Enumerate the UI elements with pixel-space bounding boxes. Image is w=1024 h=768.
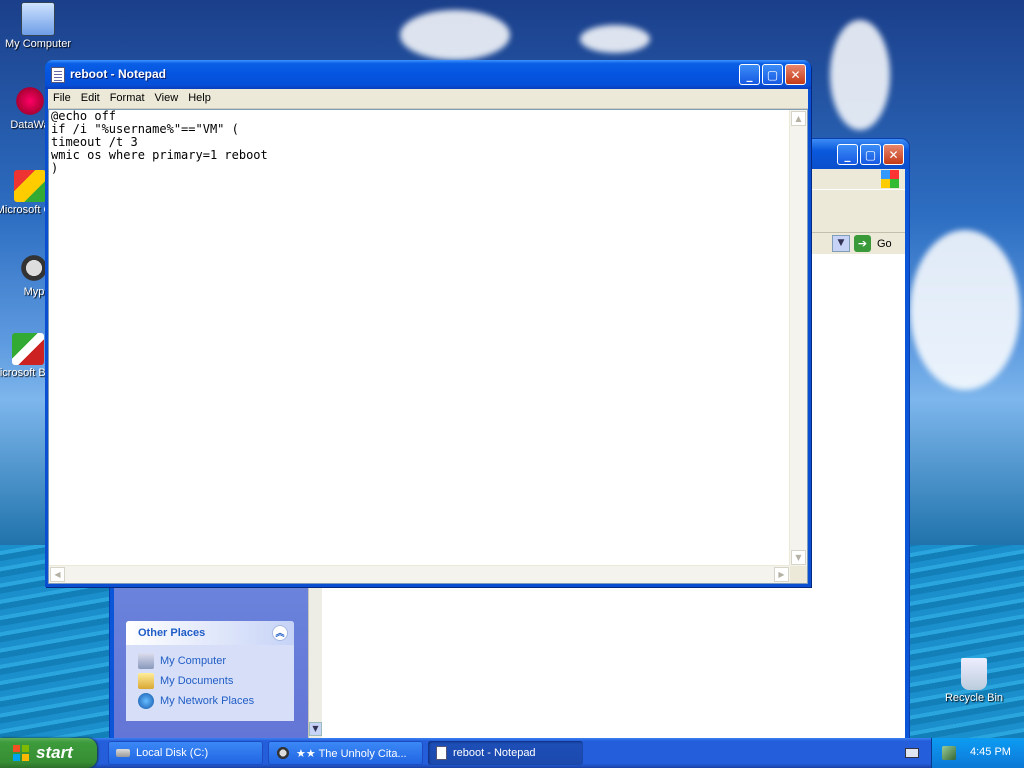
- taskbar-button-label: reboot - Notepad: [453, 747, 536, 759]
- collapse-chevron-icon[interactable]: ︽: [272, 625, 288, 641]
- datawarehouse-icon: [14, 85, 46, 117]
- taskbar-button-label: Local Disk (C:): [136, 747, 209, 759]
- system-tray: 4:45 PM: [931, 738, 1024, 768]
- cloud: [400, 10, 510, 60]
- taskbar-button-notepad[interactable]: reboot - Notepad: [428, 741, 583, 765]
- window-title: reboot - Notepad: [70, 67, 166, 81]
- windows-flag-icon: [13, 745, 29, 761]
- vertical-scrollbar[interactable]: ▲ ▼: [789, 110, 807, 566]
- editor-text[interactable]: @echo off if /i "%username%"=="VM" ( tim…: [51, 110, 789, 565]
- clock[interactable]: 4:45 PM: [970, 746, 1011, 758]
- editor-area[interactable]: @echo off if /i "%username%"=="VM" ( tim…: [48, 109, 808, 584]
- taskbar: start Local Disk (C:) ★★ The Unholy Cita…: [0, 738, 1024, 768]
- recycle-bin-icon: [961, 658, 987, 690]
- start-button[interactable]: start: [0, 738, 97, 768]
- folder-icon: [138, 673, 154, 689]
- other-places-header[interactable]: Other Places ︽: [126, 621, 294, 645]
- taskbar-button-local-disk[interactable]: Local Disk (C:): [108, 741, 263, 765]
- menu-format[interactable]: Format: [105, 89, 150, 108]
- menu-file[interactable]: File: [48, 89, 76, 108]
- visual-basic-icon: [12, 333, 44, 365]
- visual-cpp-icon: [14, 170, 46, 202]
- network-globe-icon: [138, 693, 154, 709]
- menu-help[interactable]: Help: [183, 89, 216, 108]
- close-button[interactable]: ✕: [785, 64, 806, 85]
- maximize-button[interactable]: ▢: [762, 64, 783, 85]
- close-button[interactable]: ✕: [883, 144, 904, 165]
- network-tray-icon[interactable]: [942, 746, 956, 760]
- taskbar-button-label: ★★ The Unholy Cita...: [296, 747, 407, 760]
- place-link-label: My Documents: [160, 675, 234, 687]
- horizontal-scrollbar[interactable]: ◀ ▶: [49, 565, 790, 583]
- other-places-title: Other Places: [138, 627, 206, 639]
- scroll-down-arrow[interactable]: ▼: [309, 722, 322, 736]
- desktop-icon-label: My Computer: [4, 38, 72, 50]
- windows-logo-icon: [881, 170, 899, 188]
- address-dropdown-button[interactable]: ▼: [832, 235, 850, 252]
- minimize-button[interactable]: _: [739, 64, 760, 85]
- cloud: [830, 20, 890, 130]
- notepad-window[interactable]: reboot - Notepad _ ▢ ✕ File Edit Format Vie…: [45, 60, 811, 587]
- cloud: [910, 230, 1020, 390]
- scroll-up-arrow[interactable]: ▲: [791, 111, 806, 126]
- notepad-icon: [51, 67, 65, 83]
- place-link-label: My Network Places: [160, 695, 255, 707]
- scroll-down-arrow[interactable]: ▼: [791, 550, 806, 565]
- scroll-left-arrow[interactable]: ◀: [50, 567, 65, 582]
- go-button[interactable]: ➔ Go: [854, 235, 892, 252]
- computer-icon: [138, 653, 154, 669]
- place-link-label: My Computer: [160, 655, 227, 667]
- desktop-icon-my-computer[interactable]: My Computer: [0, 2, 78, 50]
- place-link-my-computer[interactable]: My Computer: [138, 651, 284, 671]
- menu-view[interactable]: View: [150, 89, 184, 108]
- notepad-titlebar[interactable]: reboot - Notepad _ ▢ ✕: [45, 60, 811, 89]
- notepad-menubar: File Edit Format View Help: [48, 89, 808, 109]
- menu-edit[interactable]: Edit: [76, 89, 105, 108]
- cloud: [580, 25, 650, 53]
- notepad-icon: [436, 746, 447, 760]
- taskbar-button-browser[interactable]: ★★ The Unholy Cita...: [268, 741, 423, 765]
- go-label: Go: [877, 237, 892, 250]
- other-places-panel: Other Places ︽ My Computer My Documents …: [126, 621, 294, 721]
- place-link-my-documents[interactable]: My Documents: [138, 671, 284, 691]
- place-link-my-network-places[interactable]: My Network Places: [138, 691, 284, 711]
- raccoon-icon: [276, 746, 290, 760]
- minimize-button[interactable]: _: [837, 144, 858, 165]
- start-label: start: [36, 743, 73, 762]
- desktop-icon-label: Recycle Bin: [944, 692, 1004, 704]
- computer-icon: [21, 2, 55, 36]
- keyboard-icon[interactable]: [905, 748, 919, 758]
- maximize-button[interactable]: ▢: [860, 144, 881, 165]
- scroll-right-arrow[interactable]: ▶: [774, 567, 789, 582]
- go-arrow-icon: ➔: [854, 235, 871, 252]
- desktop-icon-recycle-bin[interactable]: Recycle Bin: [934, 658, 1014, 704]
- resize-grip-icon[interactable]: [790, 566, 807, 583]
- drive-icon: [116, 749, 130, 757]
